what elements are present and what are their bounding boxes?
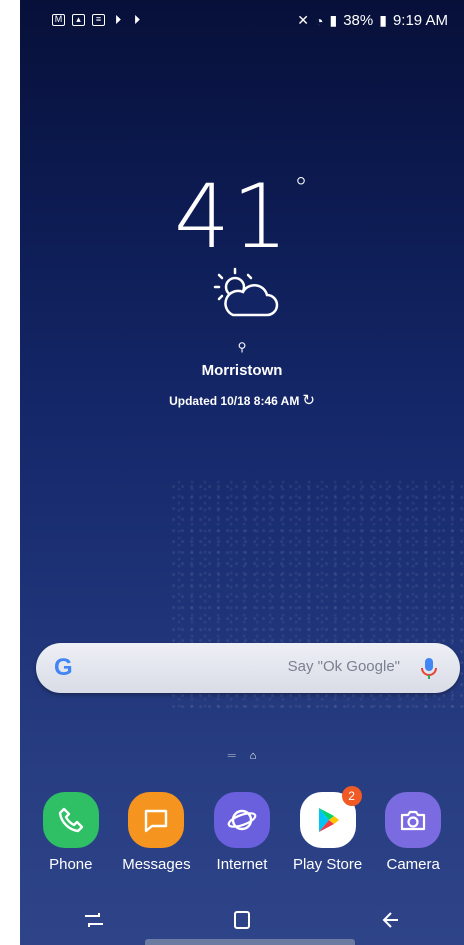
home-page-indicator-icon: ⌂ (249, 750, 257, 762)
dock-app-camera[interactable]: Camera (372, 792, 454, 873)
google-logo: G (54, 654, 73, 681)
degree-symbol: ° (293, 171, 310, 204)
app-label: Phone (49, 856, 93, 873)
system-status: ✕ ◔ ▮ 38% ▮ 9:19 AM (297, 12, 448, 29)
messages-icon (128, 792, 185, 848)
navigation-bar (20, 895, 464, 945)
notepad-icon: ≡ (92, 14, 105, 26)
gesture-handle (145, 939, 355, 945)
recents-icon (85, 913, 103, 927)
status-bar: M ▴ ≡ ⏵ ⏵ ✕ ◔ ▮ 38% ▮ 9:19 AM (20, 0, 464, 44)
clock: 9:19 AM (392, 12, 448, 29)
battery-percent: 38% (343, 12, 374, 29)
app-dock: Phone Messages Internet 2 Play Store Cam… (20, 786, 464, 873)
search-hint: Say "Ok Google" (287, 658, 400, 675)
microphone-icon[interactable] (416, 655, 442, 681)
back-button[interactable] (360, 900, 420, 940)
gallery-icon: ▴ (72, 14, 85, 26)
dock-app-play-store[interactable]: 2 Play Store (287, 786, 369, 873)
weather-location[interactable]: Morristown (20, 362, 464, 379)
updated-text: Updated 10/18 8:46 AM (169, 394, 300, 408)
play-icon: ⏵ (114, 12, 122, 27)
gmail-icon: M (52, 14, 65, 26)
app-label: Camera (386, 856, 440, 873)
dock-app-phone[interactable]: Phone (30, 792, 112, 873)
app-label: Internet (216, 856, 268, 873)
temperature-value: 41 (174, 165, 290, 268)
internet-icon (213, 792, 270, 848)
app-label: Messages (122, 856, 191, 873)
location-pin-icon: ⚲ (237, 340, 247, 354)
home-screen: M ▴ ≡ ⏵ ⏵ ✕ ◔ ▮ 38% ▮ 9:19 AM 41 ° ⚲ Mor… (20, 0, 464, 945)
app-label: Play Store (292, 856, 363, 873)
recent-apps-button[interactable] (64, 900, 124, 940)
home-button[interactable] (212, 900, 272, 940)
refresh-icon[interactable]: ↻ (302, 392, 315, 409)
page-indicator[interactable]: ═ ⌂ (20, 750, 464, 762)
weather-updated[interactable]: Updated 10/18 8:46 AM ↻ (20, 391, 464, 409)
dock-app-internet[interactable]: Internet (201, 792, 283, 873)
partly-sunny-icon[interactable] (205, 265, 285, 325)
notification-badge: 2 (341, 786, 362, 806)
dock-app-messages[interactable]: Messages (115, 792, 197, 873)
phone-icon (42, 792, 99, 848)
google-search-bar[interactable]: G Say "Ok Google" (36, 643, 460, 693)
wifi-icon: ◔ (315, 12, 324, 29)
play-store-icon: 2 (299, 786, 362, 848)
apps-page-indicator: ═ (227, 750, 236, 762)
temperature[interactable]: 41 ° (20, 165, 464, 268)
signal-icon: ▮ (329, 12, 338, 28)
notification-icons: M ▴ ≡ ⏵ ⏵ (52, 12, 143, 27)
mute-icon: ✕ (297, 12, 310, 28)
home-icon (234, 911, 250, 929)
play-icon: ⏵ (133, 12, 141, 27)
battery-icon: ▮ (379, 12, 387, 28)
back-arrow-icon (382, 912, 398, 928)
camera-icon (385, 792, 442, 848)
left-edge (0, 0, 20, 945)
